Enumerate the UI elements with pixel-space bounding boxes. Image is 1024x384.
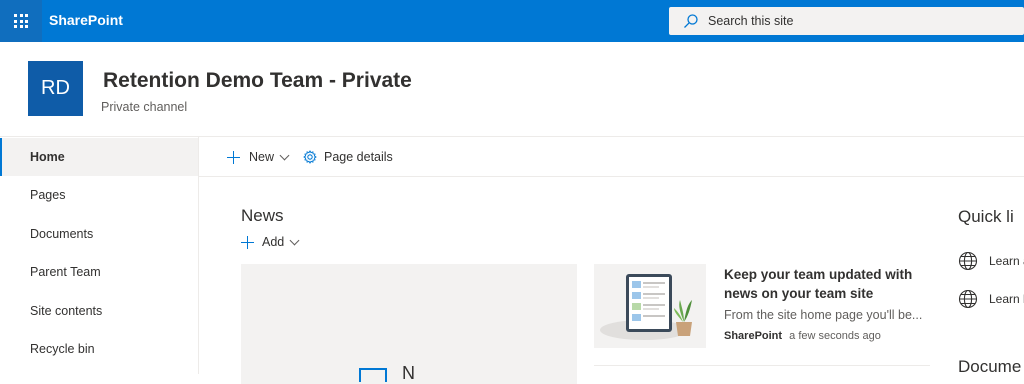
left-navigation: Home Pages Documents Parent Team Site co… <box>0 137 199 374</box>
chevron-down-icon <box>279 150 290 160</box>
news-card-author: SharePoint <box>724 330 783 342</box>
tablet-plant-illustration <box>600 274 692 340</box>
documents-heading: Docume <box>958 357 1022 376</box>
app-launcher-button[interactable] <box>0 0 42 42</box>
news-card-headline[interactable]: Keep your team updated with news on your… <box>724 265 929 303</box>
nav-item-parent-team[interactable]: Parent Team <box>0 253 198 291</box>
search-icon <box>684 14 698 28</box>
quick-link-label: Learn l <box>989 292 1024 306</box>
nav-item-site-contents[interactable]: Site contents <box>0 292 198 330</box>
add-label: Add <box>262 235 285 249</box>
quick-link-item[interactable]: Learn a <box>958 251 1024 271</box>
news-thumbnail[interactable] <box>594 264 706 348</box>
quick-links-heading: Quick li <box>958 207 1014 226</box>
new-label: New <box>249 150 275 164</box>
waffle-icon <box>14 14 28 28</box>
nav-item-label: Home <box>30 150 65 164</box>
chevron-down-icon <box>289 235 300 245</box>
quick-link-item[interactable]: Learn l <box>958 289 1024 309</box>
news-placeholder-icon <box>359 368 387 382</box>
add-news-button[interactable]: Add <box>241 235 300 249</box>
page-details-button[interactable]: Page details <box>303 147 393 167</box>
suite-bar: SharePoint Search this site <box>0 0 1024 42</box>
nav-item-documents[interactable]: Documents <box>0 215 198 253</box>
globe-icon <box>958 251 978 271</box>
news-card-description: From the site home page you'll be... <box>724 308 923 322</box>
page-details-label: Page details <box>324 150 393 164</box>
nav-item-label: Parent Team <box>30 265 101 279</box>
search-input[interactable]: Search this site <box>708 14 793 28</box>
nav-item-label: Pages <box>30 188 66 202</box>
suite-brand-link[interactable]: SharePoint <box>49 12 123 28</box>
news-hero-placeholder[interactable]: N <box>241 264 577 384</box>
gear-icon <box>303 150 317 164</box>
news-divider <box>594 365 930 366</box>
new-button[interactable]: New <box>227 147 290 167</box>
nav-item-home[interactable]: Home <box>0 138 198 176</box>
site-subtitle: Private channel <box>101 100 188 114</box>
nav-item-label: Documents <box>30 227 94 241</box>
plus-icon <box>227 150 240 164</box>
quick-link-label: Learn a <box>989 254 1024 268</box>
nav-item-label: Site contents <box>30 304 103 318</box>
site-logo[interactable]: RD <box>28 61 83 116</box>
news-card-meta: SharePoint a few seconds ago <box>724 330 881 342</box>
command-bar: New Page details <box>199 137 1024 177</box>
news-card-time: a few seconds ago <box>789 330 881 342</box>
nav-item-label: Recycle bin <box>30 342 95 356</box>
plus-icon <box>241 235 254 249</box>
nav-item-recycle-bin[interactable]: Recycle bin <box>0 330 198 368</box>
news-heading: News <box>241 206 284 225</box>
search-box[interactable]: Search this site <box>669 7 1024 35</box>
globe-icon <box>958 289 978 309</box>
nav-item-pages[interactable]: Pages <box>0 176 198 214</box>
site-title[interactable]: Retention Demo Team - Private <box>103 69 412 93</box>
